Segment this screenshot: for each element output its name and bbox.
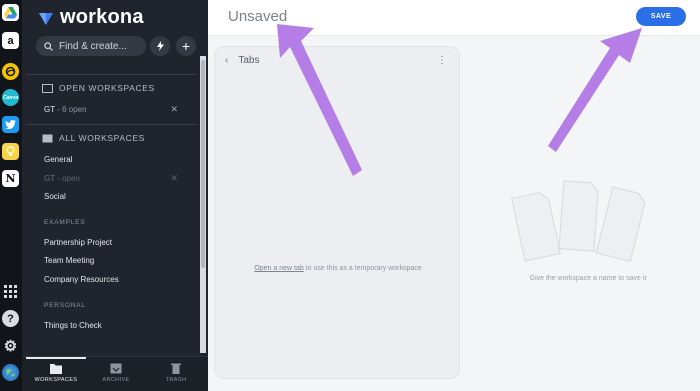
annotation-arrow-save: [548, 28, 642, 152]
annotation-arrows: [277, 24, 642, 176]
app-root: a Canva N ? ⚙ workona Find & create... +…: [0, 0, 700, 391]
annotation-arrow-unsaved: [277, 24, 362, 176]
